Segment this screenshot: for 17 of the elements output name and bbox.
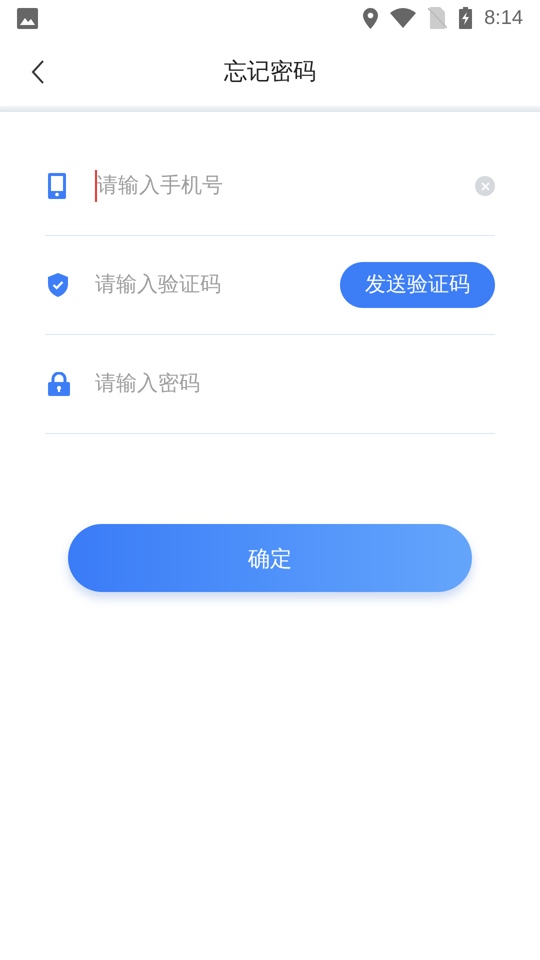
- back-icon: [31, 60, 45, 84]
- close-icon: [480, 182, 490, 190]
- input-field[interactable]: 请输入验证码: [95, 269, 340, 301]
- page-title: 忘记密码: [224, 56, 316, 86]
- phone-icon: [48, 173, 66, 199]
- clock-time: 8:14: [484, 6, 523, 31]
- lock-icon: [48, 372, 70, 396]
- wifi-icon: [390, 8, 416, 28]
- no-sim-icon: [428, 7, 448, 29]
- input-field[interactable]: 请输入手机号: [95, 170, 475, 202]
- send-code-button[interactable]: 发送验证码: [340, 262, 495, 308]
- input-field[interactable]: 请输入密码: [95, 368, 495, 400]
- shield-check-icon: [48, 273, 68, 297]
- location-icon: [363, 8, 378, 28]
- confirm-button[interactable]: 确定: [68, 524, 472, 592]
- battery-charging-icon: [459, 7, 472, 29]
- image-icon: [17, 8, 38, 28]
